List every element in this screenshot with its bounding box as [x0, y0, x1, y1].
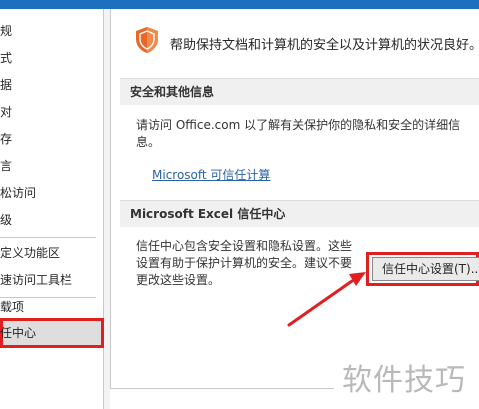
trust-center-settings-button[interactable]: 信任中心设置(T)...	[372, 257, 479, 281]
trustworthy-computing-link[interactable]: Microsoft 可信任计算	[152, 166, 270, 183]
privacy-description-line: 请访问 Office.com 以了解有关保护你的隐私和安全的详细信	[136, 118, 461, 132]
sidebar-item-proofing[interactable]: 校对	[0, 99, 104, 125]
shield-icon	[136, 27, 158, 53]
sidebar-item-formulas[interactable]: 公式	[0, 45, 104, 71]
privacy-description-line: 息。	[136, 135, 161, 149]
options-sidebar: 常规 公式 数据 校对 保存 语言 轻松访问 高级 自定义功能区 快速访问工具栏…	[0, 9, 104, 409]
window-title-bar	[0, 0, 479, 9]
panel-border	[110, 9, 111, 388]
privacy-description: 请访问 Office.com 以了解有关保护你的隐私和安全的详细信 息。	[136, 117, 460, 151]
sidebar-divider	[0, 237, 96, 238]
sidebar-item-save[interactable]: 保存	[0, 126, 104, 152]
section-header-excel-trust-center: Microsoft Excel 信任中心	[120, 200, 479, 227]
sidebar-item-quick-access-toolbar[interactable]: 快速访问工具栏	[0, 267, 104, 293]
trust-center-description-line: 信任中心包含安全设置和隐私设置。这些	[136, 239, 353, 253]
trust-center-intro: 帮助保持文档和计算机的安全以及计算机的状况良好。	[170, 38, 479, 53]
sidebar-item-trust-center[interactable]: 信任中心	[0, 318, 104, 348]
watermark-text: 软件技巧	[342, 363, 466, 398]
panel-border	[110, 388, 334, 389]
sidebar-item-add-ins[interactable]: 加载项	[0, 294, 104, 320]
trust-center-settings-highlight: 信任中心设置(T)...	[366, 252, 479, 286]
section-header-security-info: 安全和其他信息	[120, 78, 479, 105]
trust-center-description-line: 更改这些设置。	[136, 273, 221, 287]
sidebar-item-language[interactable]: 语言	[0, 153, 104, 179]
sidebar-item-advanced[interactable]: 高级	[0, 207, 104, 233]
sidebar-item-customize-ribbon[interactable]: 自定义功能区	[0, 240, 104, 266]
trust-center-description-line: 设置有助于保护计算机的安全。建议不要	[136, 256, 353, 270]
sidebar-item-data[interactable]: 数据	[0, 72, 104, 98]
trust-center-description: 信任中心包含安全设置和隐私设置。这些 设置有助于保护计算机的安全。建议不要 更改…	[136, 238, 352, 289]
sidebar-item-accessibility[interactable]: 轻松访问	[0, 180, 104, 206]
sidebar-item-general[interactable]: 常规	[0, 18, 104, 44]
